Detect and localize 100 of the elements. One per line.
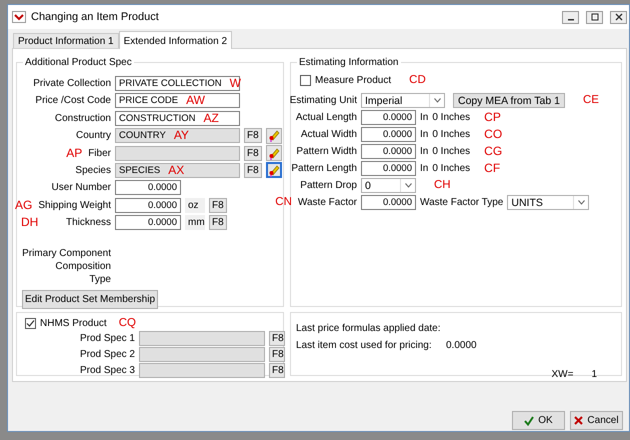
field-label: Fiber [88,148,111,159]
group-title: Additional Product Spec [24,57,133,68]
edit-button[interactable] [266,128,282,144]
input-field[interactable] [115,146,240,161]
group-title: Estimating Information [298,57,400,68]
maximize-button[interactable] [586,10,603,24]
field-label: Waste Factor [298,197,357,208]
annotation-label: CP [484,111,501,124]
annotation-label: AX [168,164,184,177]
annotation-label: CF [484,162,500,175]
field-label: User Number [52,182,111,194]
checkbox-label: NHMS Product [40,318,107,329]
minimize-button[interactable] [562,10,579,24]
input-field[interactable]: 0.0000 [361,127,416,142]
field-label: Estimating Unit [290,95,357,106]
info-label: Last price formulas applied date: [296,323,442,334]
measure-reading: 0 Inches [432,163,470,174]
input-field[interactable]: PRIVATE COLLECTION W [115,76,240,91]
field-label: Prod Spec 2 [80,349,135,360]
cross-icon [574,416,584,425]
dropdown[interactable]: UNITS [507,195,590,210]
input-field[interactable]: 0.0000 [361,195,416,210]
pencil-icon [268,146,280,160]
annotation-label: AP [66,146,82,160]
field-label: Construction [54,112,111,124]
measure-reading: 0 Inches [432,146,470,157]
input-field[interactable]: 0.0000 [361,144,416,159]
field-label: Price /Cost Code [35,95,111,106]
measure-reading: 0 Inches [432,129,470,140]
checkbox[interactable] [300,75,311,86]
field-label: Private Collection [33,78,111,89]
annotation-label: AZ [204,112,219,125]
annotation-label: CH [434,179,451,192]
input-field[interactable]: 0.0000 [115,180,181,196]
info-label: Type [88,274,111,286]
window-title: Changing an Item Product [31,11,160,23]
field-label: Waste Factor Type [420,197,504,208]
close-button[interactable] [610,10,627,24]
unit-label: mm [185,215,205,230]
edit-button[interactable] [266,162,282,178]
input-field[interactable]: PRICE CODE AW [115,93,240,108]
input-field[interactable] [139,331,265,346]
unit-label: In [420,163,428,174]
tab[interactable]: Product Information 1 [13,33,119,48]
input-field[interactable]: COUNTRY AY [115,128,240,144]
edit-button[interactable] [266,145,282,162]
annotation-label: DH [21,216,38,230]
lookup-button[interactable]: F8 [244,146,262,161]
field-label: Shipping Weight [38,200,111,211]
unit-label: In [420,112,428,123]
info-value: 0.0000 [446,340,477,351]
input-field[interactable]: SPECIES AX [115,162,240,178]
edit-membership-button[interactable]: Edit Product Set Membership [22,290,158,310]
check-icon [524,416,534,426]
annotation-label: CQ [118,317,136,330]
field-label: Prod Spec 3 [80,365,135,376]
pencil-icon [268,164,280,177]
lookup-button[interactable]: F8 [209,198,227,213]
input-field[interactable]: 0.0000 [361,110,416,125]
field-label: Actual Width [300,129,357,140]
lookup-button[interactable]: F8 [244,128,262,144]
field-label: Prod Spec 1 [80,333,135,344]
input-field[interactable]: 0.0000 [115,215,181,230]
ok-button[interactable]: OK [512,411,565,430]
unit-label: In [420,129,428,140]
field-label: Pattern Length [291,163,357,174]
checkbox[interactable] [25,318,36,329]
maximize-icon [590,13,598,21]
lookup-button[interactable]: F8 [269,363,285,378]
pencil-icon [268,129,280,142]
field-label: Actual Length [296,112,357,123]
copy-button[interactable]: Copy MEA from Tab 1 [453,93,565,108]
lookup-button[interactable]: F8 [244,162,262,178]
lookup-button[interactable]: F8 [269,347,285,362]
app-icon [12,11,26,23]
cancel-button[interactable]: Cancel [570,411,623,430]
input-field[interactable]: 0.0000 [115,198,181,213]
field-label: Pattern Width [296,146,357,157]
unit-label: oz [185,198,205,213]
annotation-label: CD [409,74,426,87]
info-label: Composition [54,261,111,274]
checkbox-label: Measure Product [315,75,392,86]
annotation-label: CO [484,128,502,141]
input-field[interactable] [139,347,265,362]
field-label: Pattern Drop [300,180,357,191]
info-label: Last item cost used for pricing: [296,340,433,351]
field-label: Country [76,130,111,142]
annotation-label: W [230,77,241,90]
input-field[interactable]: CONSTRUCTION AZ [115,110,240,126]
annotation-label: CG [484,145,502,158]
lookup-button[interactable]: F8 [209,215,227,230]
info-value: 1 [591,369,597,380]
dropdown[interactable]: 0 [361,178,416,193]
input-field[interactable] [139,363,265,378]
tab[interactable]: Extended Information 2 [118,31,232,49]
dropdown[interactable]: Imperial [361,93,445,108]
close-icon [614,13,622,21]
info-label: XW= [551,369,574,380]
lookup-button[interactable]: F8 [269,331,285,346]
input-field[interactable]: 0.0000 [361,161,416,176]
